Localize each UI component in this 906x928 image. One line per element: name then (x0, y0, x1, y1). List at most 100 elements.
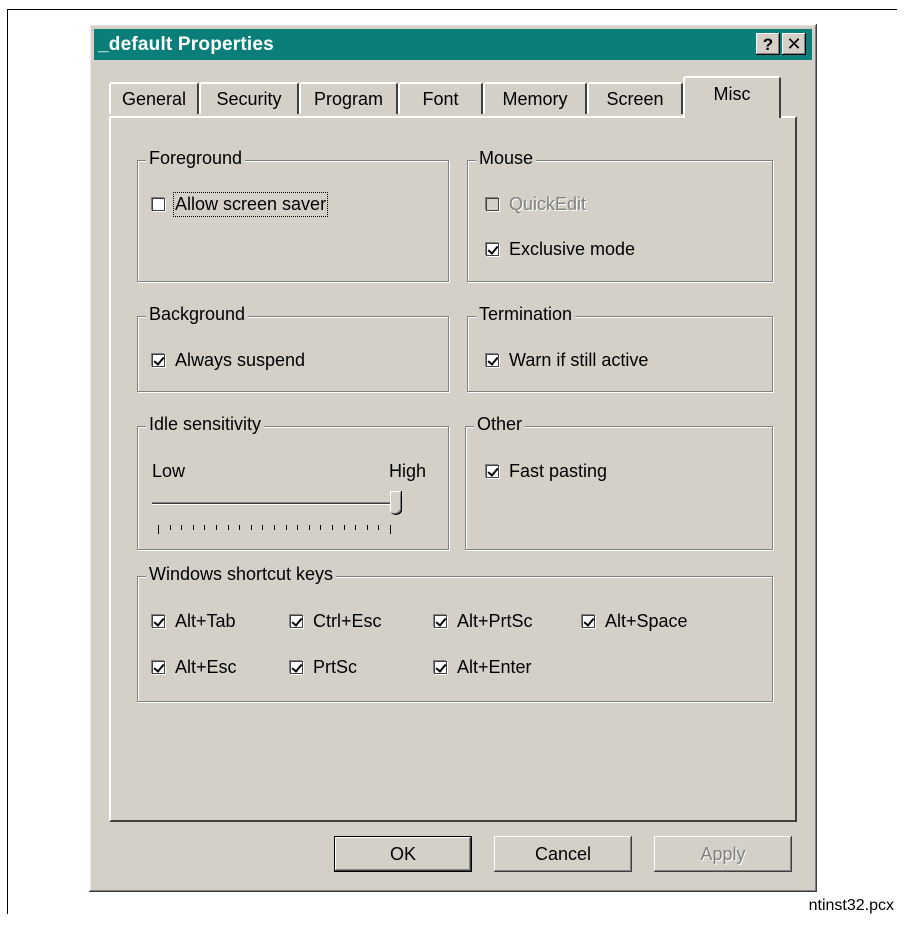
slider-tick (320, 525, 322, 530)
alt-space-box[interactable] (582, 615, 595, 628)
slider-tick (390, 525, 391, 534)
warn-if-still-active-label: Warn if still active (509, 350, 649, 370)
close-icon: ✕ (786, 34, 802, 54)
slider-tick (297, 525, 299, 530)
foreground-group: Foreground Allow screen saver (137, 148, 449, 282)
page-border-top (7, 9, 897, 10)
fast-pasting-label: Fast pasting (509, 461, 608, 481)
alt-enter-box[interactable] (434, 661, 447, 674)
alt-tab-label: Alt+Tab (175, 611, 236, 631)
tab-program[interactable]: Program (299, 82, 398, 114)
tab-memory[interactable]: Memory (483, 82, 587, 114)
help-icon: ? (762, 34, 774, 54)
other-group: Other Fast pasting (465, 414, 773, 550)
always-suspend-checkbox[interactable]: Always suspend (152, 350, 305, 371)
slider-tick (250, 525, 252, 530)
slider-tick (332, 525, 333, 530)
prtsc-checkbox[interactable]: PrtSc (290, 657, 357, 678)
warn-if-still-active-checkbox[interactable]: Warn if still active (486, 350, 648, 371)
tab-misc[interactable]: Misc (683, 76, 781, 118)
fast-pasting-box[interactable] (486, 465, 499, 478)
ctrl-esc-box[interactable] (290, 615, 303, 628)
alt-esc-label: Alt+Esc (175, 657, 237, 677)
slider-tick (285, 525, 287, 530)
cancel-button[interactable]: Cancel (494, 836, 632, 872)
apply-label: Apply (700, 843, 746, 864)
ctrl-esc-checkbox[interactable]: Ctrl+Esc (290, 611, 382, 632)
tab-security[interactable]: Security (199, 82, 299, 114)
other-legend: Other (474, 414, 526, 435)
idle-slider-track[interactable] (152, 502, 396, 505)
warn-if-still-active-box[interactable] (486, 354, 499, 367)
slider-tick (274, 525, 275, 530)
misc-panel: Foreground Allow screen saver Mouse Quic… (109, 116, 797, 822)
idle-slider-thumb[interactable] (390, 491, 402, 515)
slider-tick (343, 525, 345, 530)
foreground-legend: Foreground (146, 148, 246, 169)
apply-button[interactable]: Apply (654, 836, 792, 872)
exclusive-mode-box[interactable] (486, 243, 499, 256)
tab-general[interactable]: General (109, 82, 199, 114)
prtsc-label: PrtSc (313, 657, 358, 677)
alt-space-checkbox[interactable]: Alt+Space (582, 611, 688, 632)
mouse-group: Mouse QuickEdit Exclusive mode (467, 148, 773, 282)
mouse-legend: Mouse (476, 148, 537, 169)
tab-font[interactable]: Font (398, 82, 483, 114)
alt-enter-checkbox[interactable]: Alt+Enter (434, 657, 532, 678)
alt-tab-checkbox[interactable]: Alt+Tab (152, 611, 236, 632)
properties-dialog: _default Properties ? ✕ General Security… (89, 24, 817, 892)
slider-tick (192, 525, 194, 530)
slider-tick (204, 525, 206, 530)
dialog-title: _default Properties (98, 33, 274, 55)
slider-tick (216, 525, 217, 530)
tab-screen[interactable]: Screen (587, 82, 683, 114)
slider-tick (227, 525, 229, 530)
termination-group: Termination Warn if still active (467, 304, 773, 392)
exclusive-mode-label: Exclusive mode (509, 239, 636, 259)
alt-prtsc-box[interactable] (434, 615, 447, 628)
alt-esc-box[interactable] (152, 661, 165, 674)
close-button[interactable]: ✕ (782, 33, 806, 55)
slider-low-label: Low (152, 461, 186, 481)
alt-prtsc-checkbox[interactable]: Alt+PrtSc (434, 611, 533, 632)
slider-tick (239, 525, 241, 530)
idle-sensitivity-legend: Idle sensitivity (146, 414, 265, 435)
background-group: Background Always suspend (137, 304, 449, 392)
shortcut-keys-group: Windows shortcut keys Alt+Tab Ctrl+Esc A… (137, 564, 773, 702)
slider-tick (308, 525, 310, 530)
title-bar[interactable]: _default Properties ? ✕ (94, 29, 812, 60)
termination-legend: Termination (476, 304, 576, 325)
always-suspend-box[interactable] (152, 354, 165, 367)
help-button[interactable]: ? (756, 33, 780, 55)
allow-screen-saver-box[interactable] (152, 198, 165, 211)
always-suspend-label: Always suspend (175, 350, 306, 370)
alt-esc-checkbox[interactable]: Alt+Esc (152, 657, 237, 678)
figure-filename: ntinst32.pcx (808, 897, 894, 914)
shortcut-keys-legend: Windows shortcut keys (146, 564, 337, 585)
slider-tick (366, 525, 368, 530)
slider-tick (378, 525, 380, 530)
allow-screen-saver-checkbox[interactable]: Allow screen saver (152, 192, 329, 217)
exclusive-mode-checkbox[interactable]: Exclusive mode (486, 239, 635, 260)
idle-sensitivity-group: Idle sensitivity Low High (137, 414, 449, 550)
ok-button[interactable]: OK (334, 836, 472, 872)
idle-slider-ticks (158, 525, 391, 534)
alt-prtsc-label: Alt+PrtSc (457, 611, 533, 631)
prtsc-box[interactable] (290, 661, 303, 674)
slider-tick (158, 525, 159, 534)
quickedit-label: QuickEdit (509, 194, 587, 214)
slider-tick (262, 525, 264, 530)
alt-enter-label: Alt+Enter (457, 657, 532, 677)
quickedit-checkbox[interactable]: QuickEdit (486, 194, 586, 215)
slider-high-label: High (388, 461, 426, 481)
fast-pasting-checkbox[interactable]: Fast pasting (486, 461, 607, 482)
background-legend: Background (146, 304, 249, 325)
slider-tick (181, 525, 183, 530)
alt-tab-box[interactable] (152, 615, 165, 628)
ctrl-esc-label: Ctrl+Esc (313, 611, 382, 631)
slider-tick (355, 525, 357, 530)
allow-screen-saver-label: Allow screen saver (172, 192, 329, 217)
quickedit-box[interactable] (486, 198, 499, 211)
alt-space-label: Alt+Space (605, 611, 688, 631)
slider-tick (169, 525, 171, 530)
